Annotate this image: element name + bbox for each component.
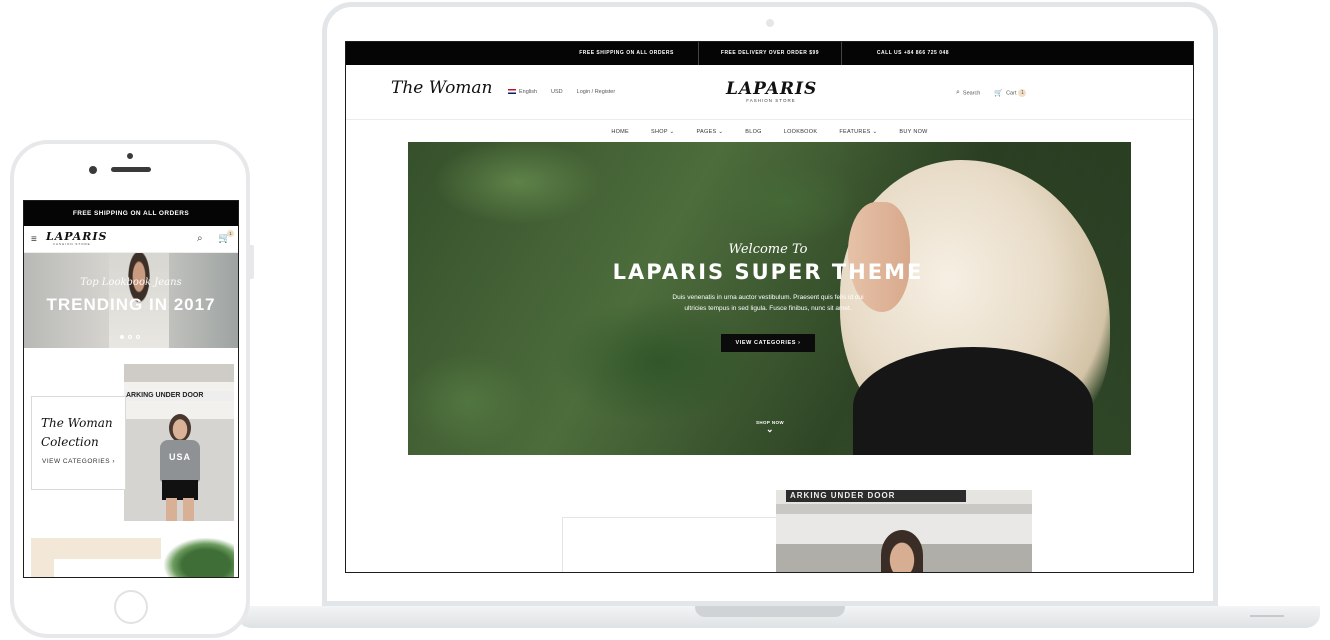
hero-text: Welcome To LAPARIS SUPER THEME Duis vene… xyxy=(598,242,938,352)
mobile-promo-plant xyxy=(164,538,234,577)
hero-desc-line1: Duis venenatis in urna auctor vestibulum… xyxy=(672,294,864,301)
model-head xyxy=(169,414,191,442)
collection-title-line1: The Woman xyxy=(41,416,113,430)
model-shorts xyxy=(162,480,198,500)
search-label: Search xyxy=(962,90,981,97)
hero-title: LAPARIS SUPER THEME xyxy=(612,260,924,284)
nav-buy-now[interactable]: BUY NOW xyxy=(899,129,927,135)
desktop-screen: FREE SHIPPING ON ALL ORDERS FREE DELIVER… xyxy=(345,41,1194,573)
shop-now-link[interactable]: SHOP NOW ⌄ xyxy=(753,420,787,434)
logo-name: LAPARIS xyxy=(726,79,818,99)
mobile-screen: FREE SHIPPING ON ALL ORDERS ≡ LAPARIS FA… xyxy=(23,200,239,578)
topbar-free-delivery: FREE DELIVERY OVER ORDER $99 xyxy=(698,42,841,65)
search-icon: ⌕ xyxy=(956,89,960,97)
cart-icon: 🛒 xyxy=(994,90,1004,97)
menu-icon[interactable]: ≡ xyxy=(31,235,37,245)
nav-blog[interactable]: BLOG xyxy=(745,129,761,135)
currency-selector[interactable]: USD xyxy=(551,89,563,95)
slider-dot[interactable] xyxy=(136,335,140,339)
mobile-view-categories-link[interactable]: VIEW CATEGORIES › xyxy=(42,458,115,465)
phone-sensor xyxy=(127,153,133,159)
cart-link[interactable]: 🛒 Cart 1 xyxy=(994,89,1027,98)
collection-title: The Woman xyxy=(391,78,493,98)
nav-shop[interactable]: SHOP ⌄ xyxy=(651,129,674,135)
hero-desc-line2: ultricies tempus in sed ligula. Fusce fi… xyxy=(684,305,852,312)
view-categories-button[interactable]: VIEW CATEGORIES › xyxy=(721,334,815,352)
desktop-topbar: FREE SHIPPING ON ALL ORDERS FREE DELIVER… xyxy=(346,42,1193,65)
hero-banner: Welcome To LAPARIS SUPER THEME Duis vene… xyxy=(408,142,1131,455)
mobile-hero-title: TRENDING IN 2017 xyxy=(46,295,216,314)
phone-camera xyxy=(89,166,97,174)
mobile-collection-photo: ARKING UNDER DOOR USA xyxy=(124,364,234,521)
mobile-logo-tagline: FASHION STORE xyxy=(53,242,91,246)
nav-lookbook[interactable]: LOOKBOOK xyxy=(784,129,818,135)
phone-home-button xyxy=(114,590,148,624)
hero-model-body xyxy=(853,347,1093,455)
uk-flag-icon xyxy=(508,89,516,95)
photo-model xyxy=(881,530,923,572)
laptop-base-line xyxy=(1250,615,1284,617)
nav-features[interactable]: FEATURES ⌄ xyxy=(839,129,877,135)
language-label: English xyxy=(519,89,538,95)
cart-label: Cart xyxy=(1006,90,1017,97)
desktop-nav: HOME SHOP ⌄ PAGES ⌄ BLOG LOOKBOOK FEATUR… xyxy=(346,121,1193,143)
photo-sign: ARKING UNDER DOOR xyxy=(786,490,966,502)
site-logo[interactable]: LAPARIS FASHION STORE xyxy=(726,79,816,103)
mobile-hero: Top Lookbook Jeans TRENDING IN 2017 xyxy=(24,253,238,348)
cart-count-badge: 1 xyxy=(1018,89,1027,98)
mobile-hero-subtitle: Top Lookbook Jeans xyxy=(80,277,182,288)
laptop-notch xyxy=(695,606,845,617)
mobile-cart-badge: 1 xyxy=(227,230,234,237)
topbar-call-us: CALL US +84 866 725 048 xyxy=(841,42,984,65)
login-register-link[interactable]: Login / Register xyxy=(577,89,616,95)
mobile-logo[interactable]: LAPARIS FASHION STORE xyxy=(46,230,107,246)
mobile-collection-title: The Woman Colection xyxy=(41,414,131,452)
hero-description: Duis venenatis in urna auctor vestibulum… xyxy=(668,292,868,314)
model-legs xyxy=(166,498,194,521)
slider-dots xyxy=(120,335,140,339)
slider-dot[interactable] xyxy=(128,335,132,339)
header-right: ⌕ Search 🛒 Cart 1 xyxy=(956,89,1027,98)
header-left: English USD Login / Register xyxy=(508,89,615,95)
nav-pages[interactable]: PAGES ⌄ xyxy=(696,129,723,135)
slider-dot[interactable] xyxy=(120,335,124,339)
chevron-down-icon: ⌄ xyxy=(766,424,774,434)
mobile-header: ≡ LAPARIS FASHION STORE ⌕ 🛒 1 xyxy=(24,226,238,253)
mobile-promo-card xyxy=(54,559,164,577)
mobile-topbar: FREE SHIPPING ON ALL ORDERS xyxy=(24,201,238,226)
laptop-camera xyxy=(766,19,774,27)
search-link[interactable]: ⌕ Search xyxy=(956,89,980,97)
nav-home[interactable]: HOME xyxy=(611,129,629,135)
hero-welcome: Welcome To xyxy=(728,242,808,257)
phone-speaker xyxy=(111,167,151,172)
search-icon[interactable]: ⌕ xyxy=(197,233,203,244)
collection-title-line2: Colection xyxy=(41,435,99,449)
collection-card xyxy=(562,517,782,572)
language-selector[interactable]: English xyxy=(508,89,537,95)
phone-side-button xyxy=(250,245,254,279)
collection-photo: ARKING UNDER DOOR xyxy=(776,490,1032,572)
mobile-photo-sign: ARKING UNDER DOOR xyxy=(124,391,234,401)
model-shirt: USA xyxy=(160,440,200,482)
topbar-free-shipping: FREE SHIPPING ON ALL ORDERS xyxy=(579,50,674,56)
